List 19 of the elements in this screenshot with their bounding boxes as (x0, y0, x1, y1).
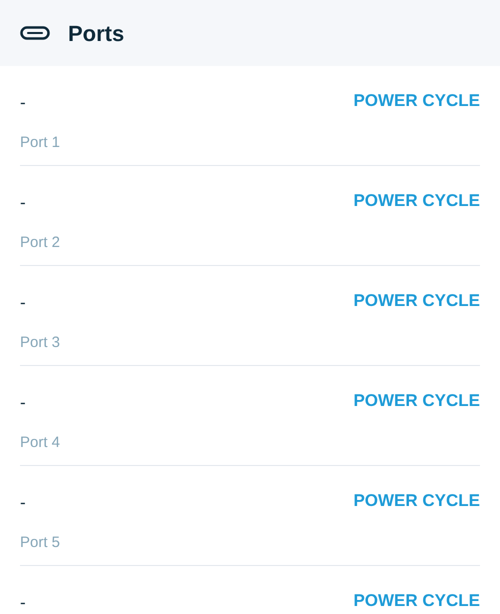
port-value: - (20, 192, 26, 214)
port-value: - (20, 592, 26, 614)
port-label: Port 1 (20, 132, 62, 152)
port-label: Port 4 (20, 432, 62, 452)
port-value: - (20, 92, 26, 114)
power-cycle-button[interactable]: POWER CYCLE (353, 588, 480, 614)
power-cycle-button[interactable]: POWER CYCLE (353, 488, 480, 514)
port-label: Port 3 (20, 332, 62, 352)
port-value: - (20, 292, 26, 314)
port-label: Port 5 (20, 532, 62, 552)
power-cycle-button[interactable]: POWER CYCLE (353, 288, 480, 314)
port-icon (20, 26, 50, 40)
port-value: - (20, 492, 26, 514)
port-label: Port 2 (20, 232, 62, 252)
power-cycle-button[interactable]: POWER CYCLE (353, 188, 480, 214)
port-value: - (20, 392, 26, 414)
power-cycle-button[interactable]: POWER CYCLE (353, 388, 480, 414)
power-cycle-button[interactable]: POWER CYCLE (353, 88, 480, 114)
page-title: Ports (68, 20, 124, 48)
